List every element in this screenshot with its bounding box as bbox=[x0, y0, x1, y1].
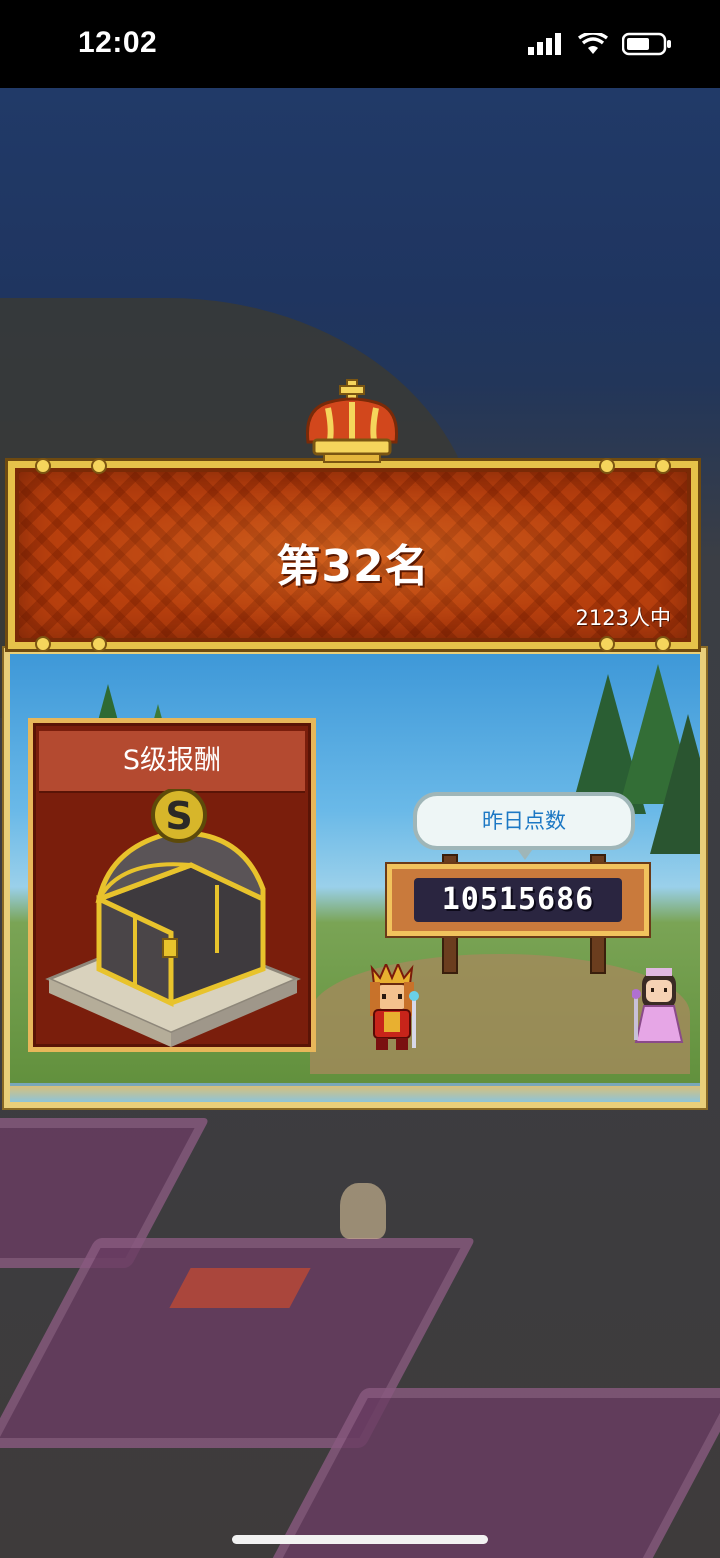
panel-bottom-edge bbox=[10, 1083, 700, 1102]
banner-stud bbox=[655, 636, 671, 652]
treasure-chest-icon: S bbox=[45, 789, 301, 1047]
rank-title: 第32名 bbox=[276, 541, 430, 592]
bubble-tail bbox=[515, 846, 535, 860]
wifi-icon bbox=[578, 33, 608, 54]
tree bbox=[650, 714, 700, 854]
hero-character-icon[interactable] bbox=[362, 964, 422, 1052]
status-bar: 12:02 bbox=[0, 0, 720, 88]
score-label-bubble: 昨日点数 bbox=[413, 792, 635, 860]
status-icons bbox=[528, 32, 672, 56]
banner-stud bbox=[599, 636, 615, 652]
background-character bbox=[340, 1183, 386, 1239]
banner-stud bbox=[655, 458, 671, 474]
signal-icon bbox=[528, 33, 561, 55]
banner-stud bbox=[35, 636, 51, 652]
status-time: 12:02 bbox=[78, 26, 158, 59]
banner-stud bbox=[91, 458, 107, 474]
battery-icon bbox=[622, 32, 671, 56]
score-value: 10515686 bbox=[414, 878, 622, 922]
participant-count: 2123人中 bbox=[575, 606, 671, 630]
result-scene: S级报酬 S 昨日点数 10515686 bbox=[2, 646, 708, 1110]
reward-title: S级报酬 bbox=[39, 731, 305, 793]
banner-stud bbox=[599, 458, 615, 474]
crown-icon bbox=[305, 379, 399, 463]
score-label: 昨日点数 bbox=[482, 809, 566, 833]
banner-stud bbox=[91, 636, 107, 652]
s-grade-label: S bbox=[165, 794, 192, 838]
score-sign: 10515686 bbox=[385, 862, 651, 938]
princess-character-icon[interactable] bbox=[632, 966, 686, 1046]
home-indicator[interactable] bbox=[232, 1535, 488, 1544]
background-carpet bbox=[169, 1268, 311, 1308]
rank-banner: 第32名 2123人中 bbox=[5, 458, 701, 652]
reward-card[interactable]: S级报酬 S bbox=[28, 718, 316, 1052]
banner-stud bbox=[35, 458, 51, 474]
